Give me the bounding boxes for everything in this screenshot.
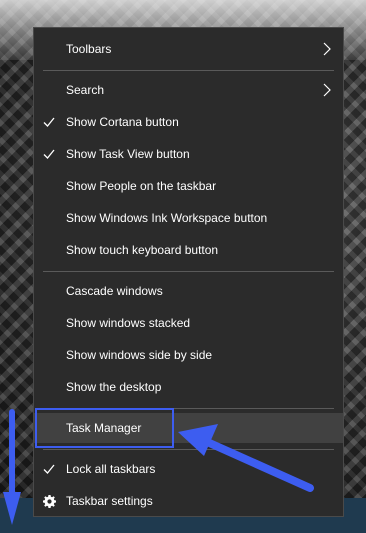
pointer-arrow-icon [178,424,314,492]
down-arrow-icon [3,409,21,525]
annotation-arrows [3,409,314,525]
